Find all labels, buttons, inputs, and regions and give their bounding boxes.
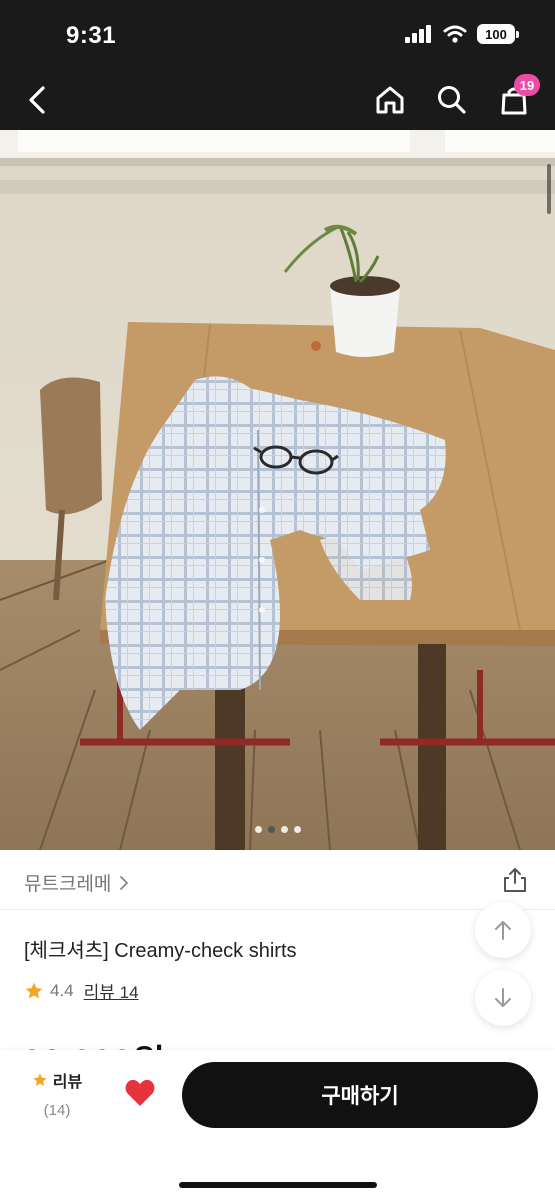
review-button[interactable]: 리뷰 (14) [28,1068,86,1119]
star-icon [33,1073,47,1086]
status-time: 9:31 [66,22,117,49]
review-label: 리뷰 [52,1074,83,1091]
cart-button[interactable]: 19 [494,74,540,120]
scroll-indicator [547,164,551,214]
home-indicator [179,1182,377,1188]
product-title: [체크셔츠] Creamy-check shirts [24,940,297,962]
carousel-dot-active[interactable] [267,826,275,833]
product-price: 33,000원 [22,1030,165,1050]
cart-count-badge: 19 [514,74,540,96]
search-icon [438,86,466,114]
bottom-action-bar: 리뷰 (14) 구매하기 [0,1050,555,1200]
battery-level: 100 [477,24,515,44]
status-icons: 100 [405,24,519,44]
carousel-page-dots [0,826,555,833]
battery-icon: 100 [477,24,519,44]
status-bar: 9:31 100 [0,0,555,70]
star-icon [25,982,43,998]
scroll-top-button[interactable] [475,902,531,958]
wifi-icon [443,25,467,43]
carousel-dot[interactable] [280,826,288,833]
arrow-up-icon [495,921,511,940]
product-image-carousel[interactable] [0,130,555,850]
price-value: 33,000원 [22,1034,165,1050]
review-label-row: 리뷰 [28,1068,86,1092]
buy-button[interactable]: 구매하기 [182,1062,538,1128]
seller-row: 뮤트크레메 [0,850,555,910]
heart-icon[interactable] [124,1078,156,1108]
back-icon [29,86,45,114]
arrow-down-icon [495,988,511,1007]
share-icon[interactable] [501,866,529,894]
rating-row: 4.4 리뷰 14 [24,978,139,1003]
search-button[interactable] [432,80,472,120]
top-nav-bar: 19 [0,70,555,130]
review-count: (14) [43,1102,71,1119]
rating-value: 4.4 [50,980,74,1000]
home-button[interactable] [370,80,410,120]
seller-name: 뮤트크레메 [24,874,112,895]
scroll-bottom-button[interactable] [475,970,531,1026]
product-photo [0,130,555,850]
seller-link[interactable]: 뮤트크레메 [24,869,129,896]
cellular-signal-icon [405,25,431,43]
review-count-link[interactable]: 리뷰 14 [84,978,139,1003]
carousel-dot[interactable] [254,826,262,833]
chevron-right-icon [120,875,129,890]
carousel-dot[interactable] [293,826,301,833]
back-button[interactable] [18,80,58,120]
home-icon [376,86,404,114]
